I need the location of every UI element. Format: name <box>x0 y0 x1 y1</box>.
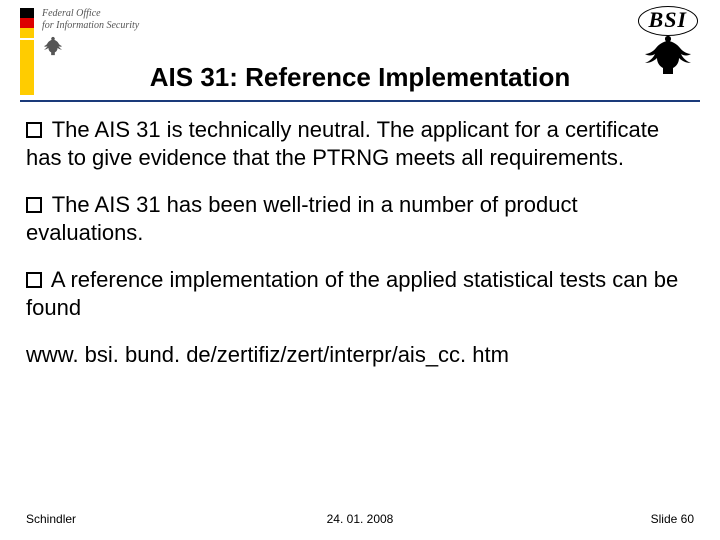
slide: Federal Office for Information Security … <box>0 0 720 540</box>
bullet-text: A reference implementation of the applie… <box>26 267 678 320</box>
bullet-item: A reference implementation of the applie… <box>26 266 694 321</box>
bullet-text: The AIS 31 has been well-tried in a numb… <box>26 192 578 245</box>
bullet-box-icon <box>26 197 42 213</box>
agency-line1: Federal Office <box>42 8 139 20</box>
footer-date: 24. 01. 2008 <box>26 512 694 526</box>
eagle-icon <box>42 34 64 58</box>
agency-name: Federal Office for Information Security <box>42 8 139 32</box>
footer-slide-number: Slide 60 <box>651 512 694 526</box>
bullet-item: The AIS 31 is technically neutral. The a… <box>26 116 694 171</box>
footer-author: Schindler <box>26 512 76 526</box>
bsi-text: BSI <box>638 6 698 36</box>
bullet-text: The AIS 31 is technically neutral. The a… <box>26 117 659 170</box>
title-rule <box>20 100 700 102</box>
footer: Schindler 24. 01. 2008 Slide 60 <box>26 512 694 526</box>
reference-url: www. bsi. bund. de/zertifiz/zert/interpr… <box>26 341 694 369</box>
slide-title: AIS 31: Reference Implementation <box>0 62 720 93</box>
agency-line2: for Information Security <box>42 20 139 32</box>
german-flag-icon <box>20 8 34 38</box>
header: Federal Office for Information Security … <box>0 0 720 100</box>
content: The AIS 31 is technically neutral. The a… <box>26 116 694 490</box>
bullet-box-icon <box>26 272 42 288</box>
bullet-box-icon <box>26 122 42 138</box>
bullet-item: The AIS 31 has been well-tried in a numb… <box>26 191 694 246</box>
